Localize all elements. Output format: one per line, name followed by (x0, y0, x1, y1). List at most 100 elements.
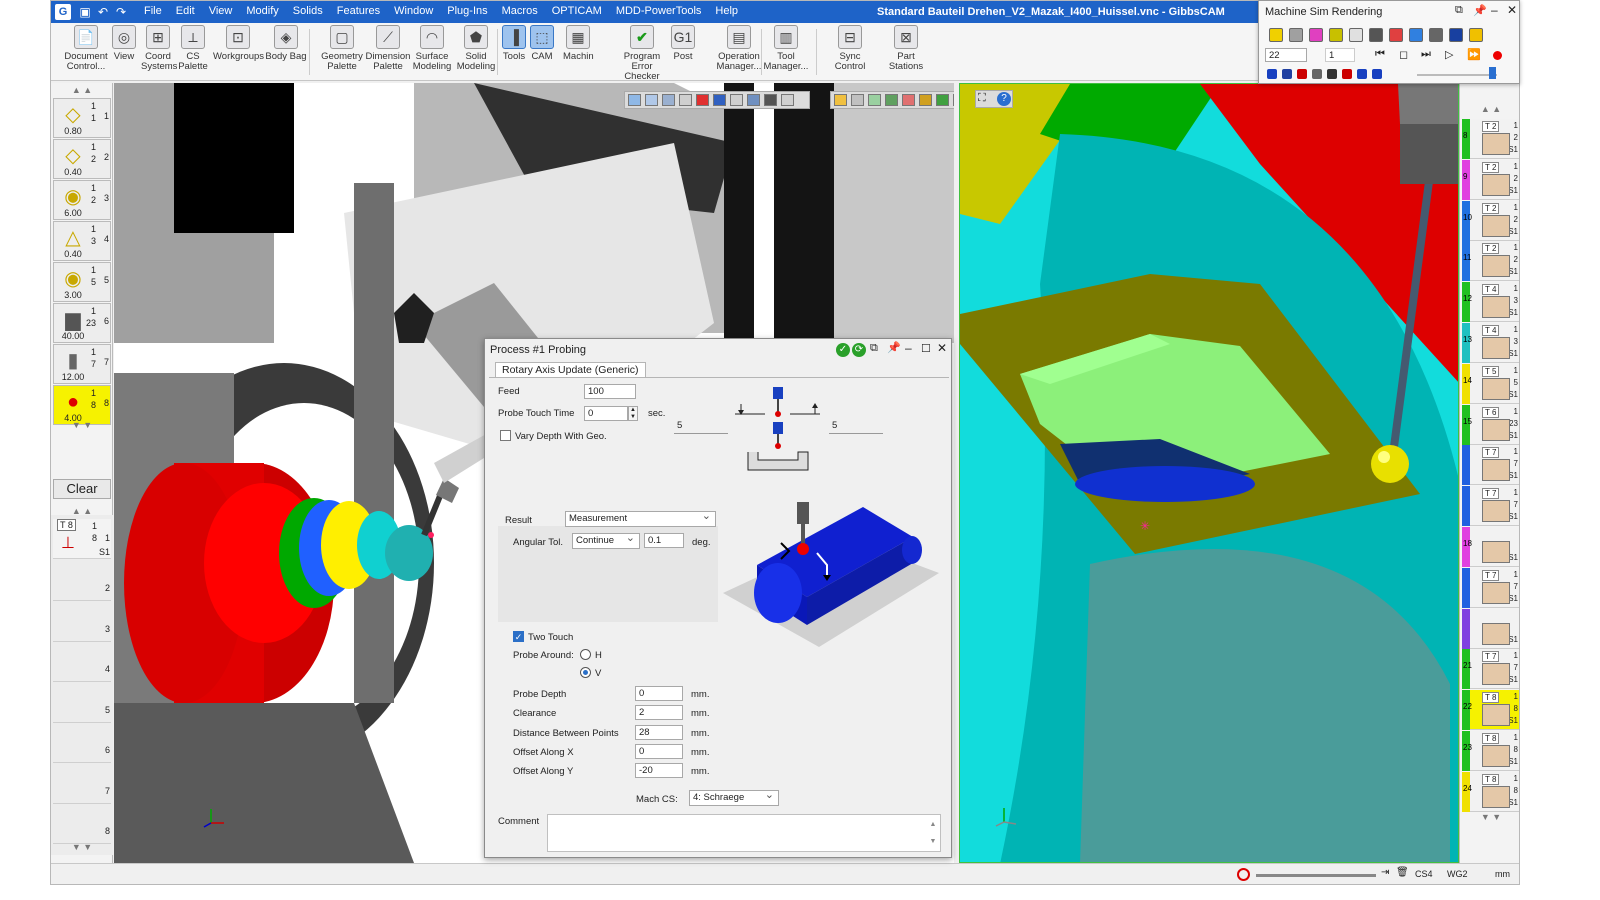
feed-input[interactable]: 100 (584, 384, 636, 399)
sim-fastforward-icon[interactable]: ⏩ (1467, 48, 1481, 61)
sim-stop-icon[interactable]: ◻ (1399, 48, 1408, 61)
angular-tol-input[interactable]: 0.1 (644, 533, 684, 548)
tool-tile-4[interactable]: △ 0.40 1 4 3 (53, 221, 111, 261)
operation-tile-4[interactable]: 11 T 2 1 2 S1 (1462, 241, 1519, 282)
sim-pin-icon[interactable]: 📌 (1473, 4, 1487, 17)
view-tool-4-icon[interactable] (679, 94, 692, 106)
ribbon-operation-manager-button[interactable]: ▤ Operation Manager... (715, 25, 763, 77)
view-tool-3-icon[interactable] (662, 94, 675, 106)
ribbon-sync-control-button[interactable]: ⊟ Sync Control (823, 25, 877, 77)
operation-tile-5[interactable]: 12 T 4 1 3 S1 (1462, 282, 1519, 323)
tool-list-scroll-down[interactable]: ▼ ▼ (53, 419, 111, 431)
operation-tile-13[interactable]: S1 (1462, 608, 1519, 649)
distance-between-points-input[interactable]: 28 (635, 724, 683, 740)
menu-opticam[interactable]: OPTICAM (545, 5, 609, 17)
ribbon-dimension-palette-button[interactable]: ⟋ Dimension Palette (365, 25, 411, 77)
accept-check-icon[interactable]: ✓ (836, 343, 850, 357)
operation-tile-17[interactable]: 24 T 8 1 8 S1 (1462, 771, 1519, 812)
redo-calc-icon[interactable]: ⟳ (852, 343, 866, 357)
sim-display-option-4-icon[interactable] (1312, 69, 1322, 79)
menu-help[interactable]: Help (708, 5, 745, 17)
sim-display-option-5-icon[interactable] (1327, 69, 1337, 79)
process-slot-empty[interactable]: 2 (53, 561, 111, 601)
operation-tile-16[interactable]: 23 T 8 1 8 S1 (1462, 731, 1519, 771)
dialog-maximize-icon[interactable]: ☐ (921, 342, 931, 355)
zoom-fit-icon[interactable]: ⛶ (978, 92, 986, 105)
menu-solids[interactable]: Solids (286, 5, 330, 17)
undo-icon[interactable]: ↶ (95, 4, 111, 20)
operation-tile-6[interactable]: 13 T 4 1 3 S1 (1462, 323, 1519, 363)
sim-render-option-7-icon[interactable] (1389, 28, 1403, 42)
ribbon-solid-modeling-button[interactable]: ⬟ Solid Modeling (453, 25, 499, 77)
tab-rotary-axis-update[interactable]: Rotary Axis Update (Generic) (495, 362, 646, 378)
view-tool-9-icon[interactable] (764, 94, 777, 106)
process-slot-empty[interactable]: 5 (53, 683, 111, 723)
sim-display-option-1-icon[interactable] (1267, 69, 1277, 79)
sim-render-option-1-icon[interactable] (1269, 28, 1283, 42)
ribbon-workgroups-button[interactable]: ⊡ Workgroups (213, 25, 264, 77)
display-tool-7-icon[interactable] (936, 94, 949, 106)
operation-tile-12[interactable]: T 7 1 7 S1 (1462, 567, 1519, 608)
sim-minimize-icon[interactable]: – (1491, 3, 1498, 17)
operation-tile-15[interactable]: 22 T 8 1 8 S1 (1462, 690, 1519, 731)
sim-play-icon[interactable]: ▷ (1445, 48, 1453, 61)
menu-plug-ins[interactable]: Plug-Ins (440, 5, 494, 17)
sim-render-option-6-icon[interactable] (1369, 28, 1383, 42)
view-tool-10-icon[interactable] (781, 94, 794, 106)
view-tool-2-icon[interactable] (645, 94, 658, 106)
dialog-minimize-icon[interactable]: – (905, 341, 912, 355)
clearance-input[interactable]: 2 (635, 705, 683, 721)
redo-icon[interactable]: ↷ (113, 4, 129, 20)
process-scroll-up[interactable]: ▲ ▲ (53, 505, 111, 517)
stop-sign-icon[interactable] (1237, 868, 1250, 881)
right-distance-input[interactable]: 5 (829, 419, 883, 434)
ribbon-document-control-button[interactable]: 📄 Document Control... (63, 25, 109, 77)
help-icon[interactable]: ? (997, 92, 1011, 106)
operation-tile-2[interactable]: 9T 2 1 2 S1 (1462, 159, 1519, 200)
view-tool-6-icon[interactable] (713, 94, 726, 106)
sim-rewind-icon[interactable]: ⏮ (1375, 48, 1385, 61)
dialog-close-icon[interactable]: ✕ (937, 341, 947, 355)
sim-render-option-8-icon[interactable] (1409, 28, 1423, 42)
menu-macros[interactable]: Macros (495, 5, 545, 17)
display-tool-6-icon[interactable] (919, 94, 932, 106)
sim-render-option-9-icon[interactable] (1429, 28, 1443, 42)
sim-dock-icon[interactable]: ⧉ (1455, 4, 1463, 17)
menu-view[interactable]: View (202, 5, 240, 17)
sim-display-option-7-icon[interactable] (1357, 69, 1367, 79)
tool-list-scroll-up[interactable]: ▲ ▲ (53, 84, 111, 96)
display-tool-8-icon[interactable] (953, 94, 954, 106)
view-toolbar-right[interactable]: ⛶ ? (975, 90, 1013, 108)
operation-tile-7[interactable]: 14 T 5 1 5 S1 (1462, 363, 1519, 404)
process-scroll-down[interactable]: ▼ ▼ (53, 841, 111, 853)
sim-display-option-6-icon[interactable] (1342, 69, 1352, 79)
offset-along-y-input[interactable]: -20 (635, 763, 683, 779)
view-tool-5-icon[interactable] (696, 94, 709, 106)
ribbon-part-stations-button[interactable]: ⊠ Part Stations (879, 25, 933, 77)
sim-render-option-11-icon[interactable] (1469, 28, 1483, 42)
ribbon-coord-systems-button[interactable]: ⊞ Coord Systems (141, 25, 177, 77)
display-tool-5-icon[interactable] (902, 94, 915, 106)
comment-textarea[interactable] (547, 814, 941, 852)
ribbon-machin-button[interactable]: ▦ Machin (563, 25, 594, 77)
tool-tile-3[interactable]: ◉ 6.00 1 3 2 (53, 180, 111, 220)
operation-tile-1[interactable]: 8T 2 1 2 S1 (1462, 119, 1519, 159)
wg-indicator[interactable]: WG2 (1447, 869, 1468, 879)
process-slot-empty[interactable]: 8 (53, 804, 111, 844)
menu-edit[interactable]: Edit (169, 5, 202, 17)
display-tool-4-icon[interactable] (885, 94, 898, 106)
probe-depth-input[interactable]: 0 (635, 686, 683, 701)
operation-tile-9[interactable]: T 7 1 7 S1 (1462, 445, 1519, 486)
sim-render-option-4-icon[interactable] (1329, 28, 1343, 42)
cs-indicator[interactable]: CS4 (1415, 869, 1433, 879)
display-tool-2-icon[interactable] (851, 94, 864, 106)
ribbon-program-error-checker-button[interactable]: ✔ Program Error Checker (615, 25, 669, 82)
sim-render-option-3-icon[interactable] (1309, 28, 1323, 42)
dialog-pin-icon[interactable]: 📌 (887, 341, 901, 354)
sim-close-icon[interactable]: ✕ (1507, 3, 1517, 17)
sim-display-option-8-icon[interactable] (1372, 69, 1382, 79)
pin-icon[interactable]: ⇥ (1381, 867, 1389, 878)
sim-render-option-2-icon[interactable] (1289, 28, 1303, 42)
ribbon-tools-button[interactable]: ▐ Tools (501, 25, 527, 77)
menu-modify[interactable]: Modify (239, 5, 285, 17)
